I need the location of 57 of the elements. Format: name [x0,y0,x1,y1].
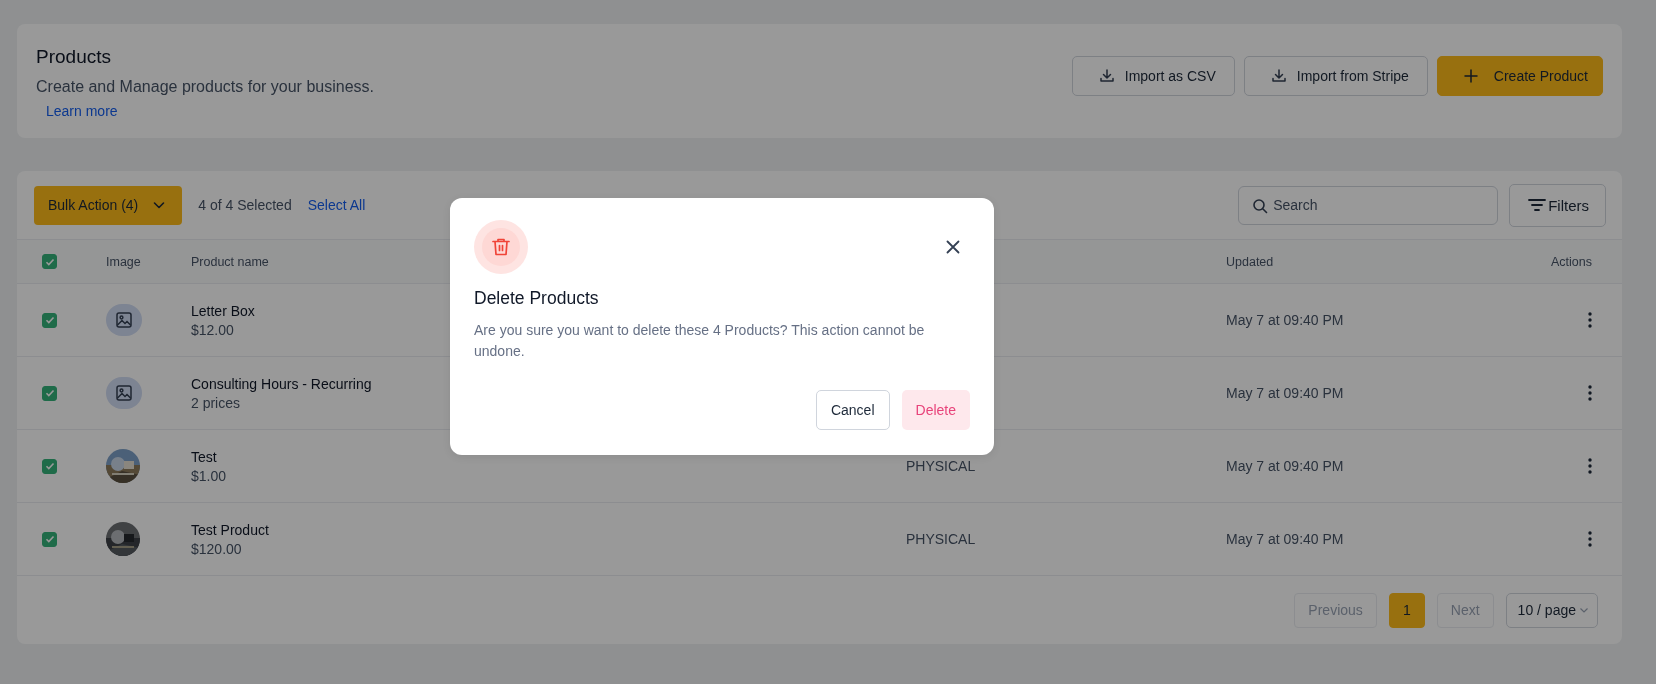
product-price: 2 prices [191,394,241,411]
page-subtitle: Create and Manage products for your business. [36,78,374,96]
row-checkbox[interactable] [42,458,57,474]
page-title: Products [36,46,112,68]
download-icon [1270,68,1287,84]
product-type: PHYSICAL [906,531,976,547]
trash-icon [474,220,528,274]
delete-button[interactable]: Delete [901,390,970,430]
download-icon [1098,68,1115,84]
row-checkbox[interactable] [42,312,57,328]
more-options-icon[interactable] [1588,312,1592,328]
product-price: $12.00 [191,321,234,338]
plus-icon [1463,69,1478,83]
row-checkbox[interactable] [42,531,57,547]
search-field[interactable]: Search [1238,185,1499,225]
page-number[interactable]: 1 [1388,592,1425,628]
product-name: Consulting Hours - Recurring [191,375,372,392]
updated-date: May 7 at 09:40 PM [1226,531,1345,547]
chevron-down-icon [1579,605,1589,615]
product-price: $1.00 [191,467,227,484]
filter-icon [1528,198,1547,212]
check-icon [44,461,55,471]
import-button[interactable]: Import as CSV [1071,56,1235,96]
create-button[interactable]: Create Product [1436,56,1603,96]
updated-date: May 7 at 09:40 PM [1226,312,1345,328]
product-name: Letter Box [191,302,255,319]
page-size-select[interactable]: 10 / page [1505,592,1598,628]
updated-date: May 7 at 09:40 PM [1226,458,1345,474]
dialog-title: Delete Products [474,288,600,309]
column-header: Updated [1226,254,1275,269]
check-icon [44,534,55,544]
column-header: Product name [191,254,270,269]
filters-button[interactable]: Filters [1509,183,1606,227]
check-icon [44,256,55,267]
cancel-button[interactable]: Cancel [815,390,890,430]
select-all-link[interactable]: Select All [307,197,366,213]
row-checkbox[interactable] [42,385,57,401]
product-price: $120.00 [191,540,242,557]
check-icon [44,315,55,325]
image-placeholder-icon [106,377,142,409]
select-all-checkbox[interactable] [42,254,57,269]
more-options-icon[interactable] [1588,385,1592,401]
selection-count: 4 of 4 Selected [198,197,292,213]
bulk-action-button[interactable]: Bulk Action (4) [34,185,183,225]
more-options-icon[interactable] [1588,531,1592,547]
updated-date: May 7 at 09:40 PM [1226,385,1345,401]
dialog-message: Are you sure you want to delete these 4 Products? This action cannot be undone. [474,321,926,361]
product-name: Test [191,448,217,465]
learn-more-link[interactable]: Learn more [46,103,374,119]
more-options-icon[interactable] [1588,458,1592,474]
product-name: Test Product [191,521,269,538]
check-icon [44,388,55,398]
column-header: Actions [1551,254,1592,269]
image-placeholder-icon [106,304,142,336]
column-header: Image [106,254,142,269]
product-type: PHYSICAL [906,458,976,474]
import-button[interactable]: Import from Stripe [1243,56,1428,96]
